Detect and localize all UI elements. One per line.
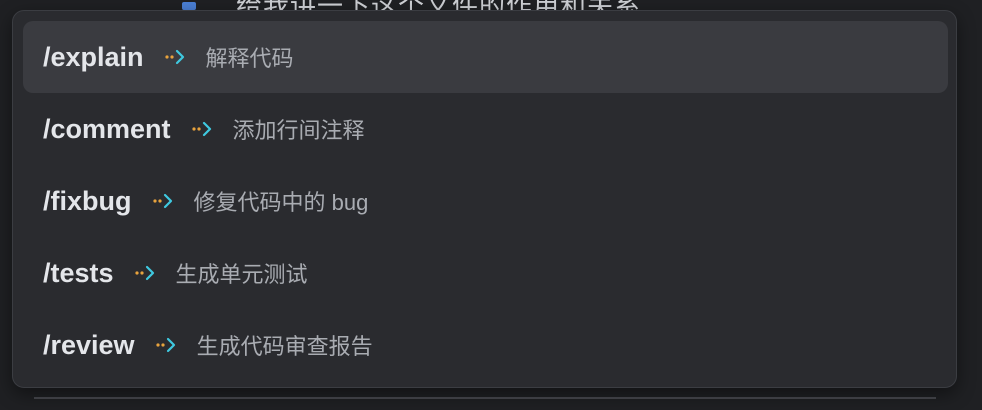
command-label: /fixbug xyxy=(43,185,132,216)
command-description: 添加行间注释 xyxy=(232,118,365,143)
command-label: /tests xyxy=(43,257,114,288)
input-divider xyxy=(34,397,936,399)
menu-item-tests[interactable]: /tests 生成单元测试 xyxy=(23,237,948,309)
arrow-right-icon xyxy=(164,49,184,65)
command-label: /comment xyxy=(43,113,171,144)
menu-item-explain[interactable]: /explain 解释代码 xyxy=(23,21,948,93)
command-label: /explain xyxy=(43,41,144,72)
command-description: 生成单元测试 xyxy=(175,262,308,287)
menu-item-review[interactable]: /review 生成代码审查报告 xyxy=(23,309,948,381)
editor-marker-icon xyxy=(182,2,196,10)
command-label: /review xyxy=(43,329,135,360)
menu-item-comment[interactable]: /comment 添加行间注释 xyxy=(23,93,948,165)
arrow-right-icon xyxy=(155,337,175,353)
arrow-right-icon xyxy=(134,265,154,281)
command-description: 修复代码中的 bug xyxy=(193,190,369,215)
arrow-right-icon xyxy=(152,193,172,209)
menu-item-fixbug[interactable]: /fixbug 修复代码中的 bug xyxy=(23,165,948,237)
command-description: 生成代码审查报告 xyxy=(196,334,373,359)
command-description: 解释代码 xyxy=(205,46,294,71)
slash-command-menu: /explain 解释代码 /comment 添加行间注释 /fixbug 修复… xyxy=(12,10,957,388)
arrow-right-icon xyxy=(191,121,211,137)
